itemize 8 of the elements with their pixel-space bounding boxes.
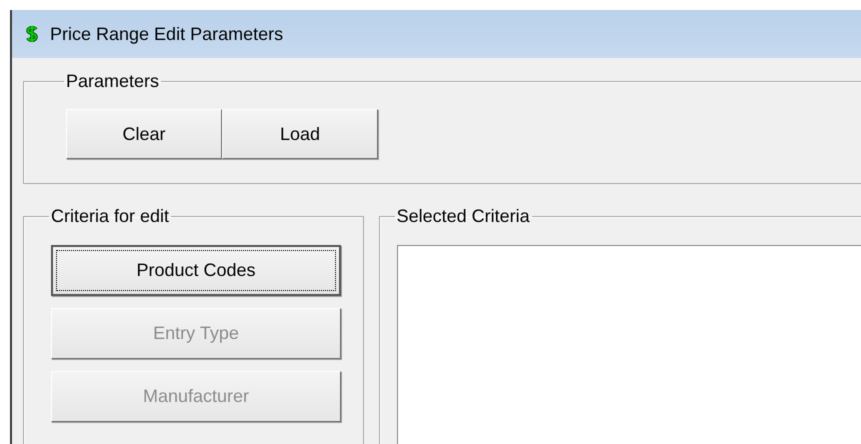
group-label: Parameters — [65, 71, 160, 92]
window-title: Price Range Edit Parameters — [50, 24, 284, 44]
criteria-button[interactable]: Product Codes — [51, 245, 341, 296]
dollar-icon — [26, 25, 38, 43]
group-label: Selected Criteria — [396, 206, 531, 227]
parameter-button[interactable]: Clear — [66, 109, 222, 159]
parameter-button[interactable]: Load — [222, 109, 378, 159]
group-label: Criteria for edit — [50, 206, 170, 227]
